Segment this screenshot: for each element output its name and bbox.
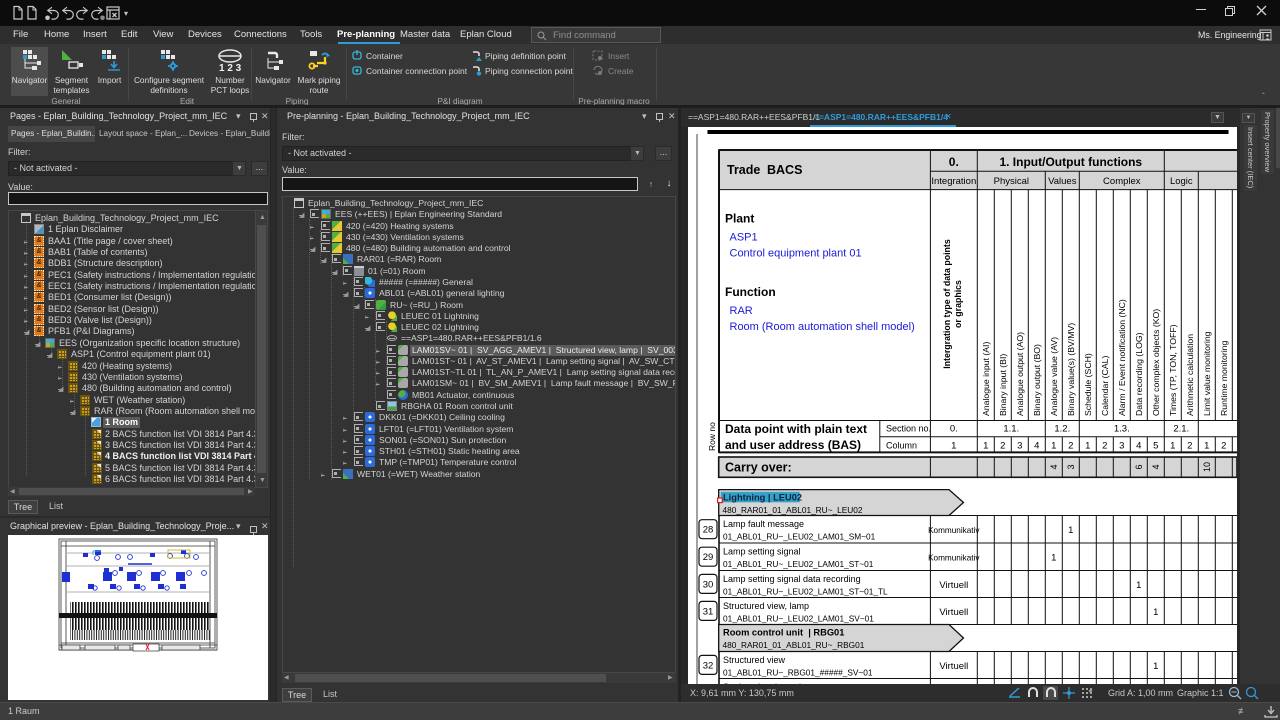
svg-text:30: 30: [703, 579, 714, 590]
svg-text:Structured view, lamp: Structured view, lamp: [723, 601, 809, 611]
svg-text:ASP1: ASP1: [730, 232, 758, 244]
svg-text:Analogue output (AO): Analogue output (AO): [1015, 332, 1025, 416]
svg-text:Room control unit | RBG01: Room control unit | RBG01: [723, 628, 844, 638]
svg-text:Row no: Row no: [707, 422, 717, 451]
svg-text:Structured view: Structured view: [723, 655, 786, 665]
svg-text:1.1.: 1.1.: [1003, 424, 1019, 435]
svg-text:01_ABL01_RU~_LEU02_LAM01_SV~01: 01_ABL01_RU~_LEU02_LAM01_SV~01: [723, 614, 874, 624]
svg-text:Calendar (CAL): Calendar (CAL): [1100, 356, 1110, 416]
svg-text:2: 2: [1000, 441, 1005, 452]
svg-text:1: 1: [1051, 441, 1056, 452]
svg-text:Physical: Physical: [994, 176, 1029, 187]
svg-text:Virtuell: Virtuell: [939, 607, 968, 618]
svg-text:RAR: RAR: [730, 305, 753, 317]
svg-text:1: 1: [1051, 553, 1056, 564]
svg-text:4: 4: [1136, 441, 1141, 452]
svg-text:BACS: BACS: [767, 163, 802, 177]
svg-text:5: 5: [1153, 441, 1158, 452]
svg-text:4: 4: [1049, 464, 1059, 469]
svg-text:1: 1: [951, 441, 956, 452]
svg-text:1.3.: 1.3.: [1114, 424, 1130, 435]
svg-text:01_ABL01_RU~_LEU02_LAM01_ST~01: 01_ABL01_RU~_LEU02_LAM01_ST~01_TL: [723, 587, 888, 597]
svg-text:01_ABL01_RU~_RBG01_#####_SV~01: 01_ABL01_RU~_RBG01_#####_SV~01: [723, 668, 873, 678]
svg-text:Other complex objects (KO): Other complex objects (KO): [1151, 309, 1161, 416]
svg-text:2: 2: [1102, 441, 1107, 452]
svg-text:Lamp fault message: Lamp fault message: [723, 519, 804, 529]
svg-text:4: 4: [1151, 464, 1161, 469]
svg-text:Kommunikativ: Kommunikativ: [928, 526, 980, 535]
svg-text:1: 1: [983, 441, 988, 452]
svg-text:Analogue value (AV): Analogue value (AV): [1049, 337, 1059, 416]
svg-text:6: 6: [1134, 464, 1144, 469]
svg-text:▾: ▾: [124, 9, 128, 18]
svg-text:480_RAR01_01_ABL01_RU~_RBG01: 480_RAR01_01_ABL01_RU~_RBG01: [723, 640, 865, 650]
svg-text:4: 4: [1034, 441, 1039, 452]
svg-text:3: 3: [1066, 464, 1076, 469]
svg-text:31: 31: [703, 606, 714, 617]
svg-text:Binary input (BI): Binary input (BI): [998, 354, 1008, 416]
svg-text:Arithmetic calculation: Arithmetic calculation: [1185, 334, 1195, 416]
svg-text:Binary output (BO): Binary output (BO): [1032, 344, 1042, 416]
svg-text:32: 32: [703, 660, 714, 671]
svg-text:3: 3: [1119, 441, 1124, 452]
svg-text:Data recording (LOG): Data recording (LOG): [1134, 332, 1144, 416]
svg-text:Carry over:: Carry over:: [725, 461, 792, 475]
svg-text:0.: 0.: [950, 424, 958, 435]
svg-text:1: 1: [1136, 580, 1141, 591]
svg-text:Lamp setting signal data recor: Lamp setting signal data recording: [723, 574, 861, 584]
svg-text:480_RAR01_01_ABL01_RU~_LEU02: 480_RAR01_01_ABL01_RU~_LEU02: [723, 505, 863, 515]
svg-text:or graphics: or graphics: [953, 280, 963, 328]
svg-text:Room (Room automation shell mo: Room (Room automation shell model): [730, 321, 915, 333]
svg-text:1: 1: [1153, 607, 1158, 618]
svg-text:29: 29: [703, 552, 714, 563]
svg-text:0.: 0.: [949, 155, 959, 169]
svg-text:1.2.: 1.2.: [1054, 424, 1070, 435]
svg-text:and user address (BAS): and user address (BAS): [725, 438, 861, 452]
svg-text:1: 1: [1153, 661, 1158, 672]
svg-text:1 2 3: 1 2 3: [219, 63, 242, 73]
svg-text:Function: Function: [725, 285, 776, 299]
svg-text:Kommunikativ: Kommunikativ: [928, 554, 980, 563]
svg-text:2.1.: 2.1.: [1173, 424, 1189, 435]
svg-text:01_ABL01_RU~_LEU02_LAM01_ST~01: 01_ABL01_RU~_LEU02_LAM01_ST~01: [723, 559, 874, 569]
svg-text:1: 1: [1204, 441, 1209, 452]
svg-text:Intergration type of data poin: Intergration type of data points: [942, 239, 952, 369]
svg-text:2: 2: [1187, 441, 1192, 452]
svg-text:Virtuell: Virtuell: [939, 580, 968, 591]
svg-text:Section no.: Section no.: [886, 424, 931, 434]
svg-text:Limit value monitoring: Limit value monitoring: [1202, 331, 1212, 416]
svg-text:Binary value(s) (BV/MV): Binary value(s) (BV/MV): [1066, 323, 1076, 416]
svg-text:Values: Values: [1048, 176, 1077, 187]
svg-text:2: 2: [1068, 441, 1073, 452]
svg-text:Virtuell: Virtuell: [939, 661, 968, 672]
svg-text:Complex: Complex: [1103, 176, 1141, 187]
svg-text:1: 1: [1170, 441, 1175, 452]
svg-text:1: 1: [1085, 441, 1090, 452]
svg-text:Runtime monitoring: Runtime monitoring: [1219, 341, 1229, 416]
svg-text:Column: Column: [886, 441, 917, 451]
svg-text:28: 28: [703, 525, 714, 536]
svg-text:Plant: Plant: [725, 212, 754, 226]
svg-text:Times (TP, TON, TOFF): Times (TP, TON, TOFF): [1168, 324, 1178, 416]
svg-text:10: 10: [1202, 462, 1212, 472]
svg-text:1. Input/Output functions: 1. Input/Output functions: [999, 155, 1142, 169]
svg-text:Trade: Trade: [727, 163, 760, 177]
svg-text:2: 2: [1221, 441, 1226, 452]
svg-text:1: 1: [1068, 525, 1073, 536]
svg-text:01_ABL01_RU~_LEU02_LAM01_SM~01: 01_ABL01_RU~_LEU02_LAM01_SM~01: [723, 532, 876, 542]
svg-text:Integration: Integration: [931, 176, 976, 187]
svg-text:Logic: Logic: [1170, 176, 1193, 187]
svg-text:3: 3: [1017, 441, 1022, 452]
svg-text:Lightning | LEU02: Lightning | LEU02: [723, 493, 802, 503]
svg-text:Schedule (SCH): Schedule (SCH): [1083, 353, 1093, 416]
svg-text:Alarm / Event notification (NC: Alarm / Event notification (NC): [1117, 299, 1127, 416]
svg-text:Data point with plain text: Data point with plain text: [725, 422, 867, 436]
svg-text:Control equipment plant 01: Control equipment plant 01: [730, 248, 862, 260]
svg-text:Analogue input (AI): Analogue input (AI): [981, 342, 991, 416]
svg-text:Lamp setting signal: Lamp setting signal: [723, 547, 801, 557]
